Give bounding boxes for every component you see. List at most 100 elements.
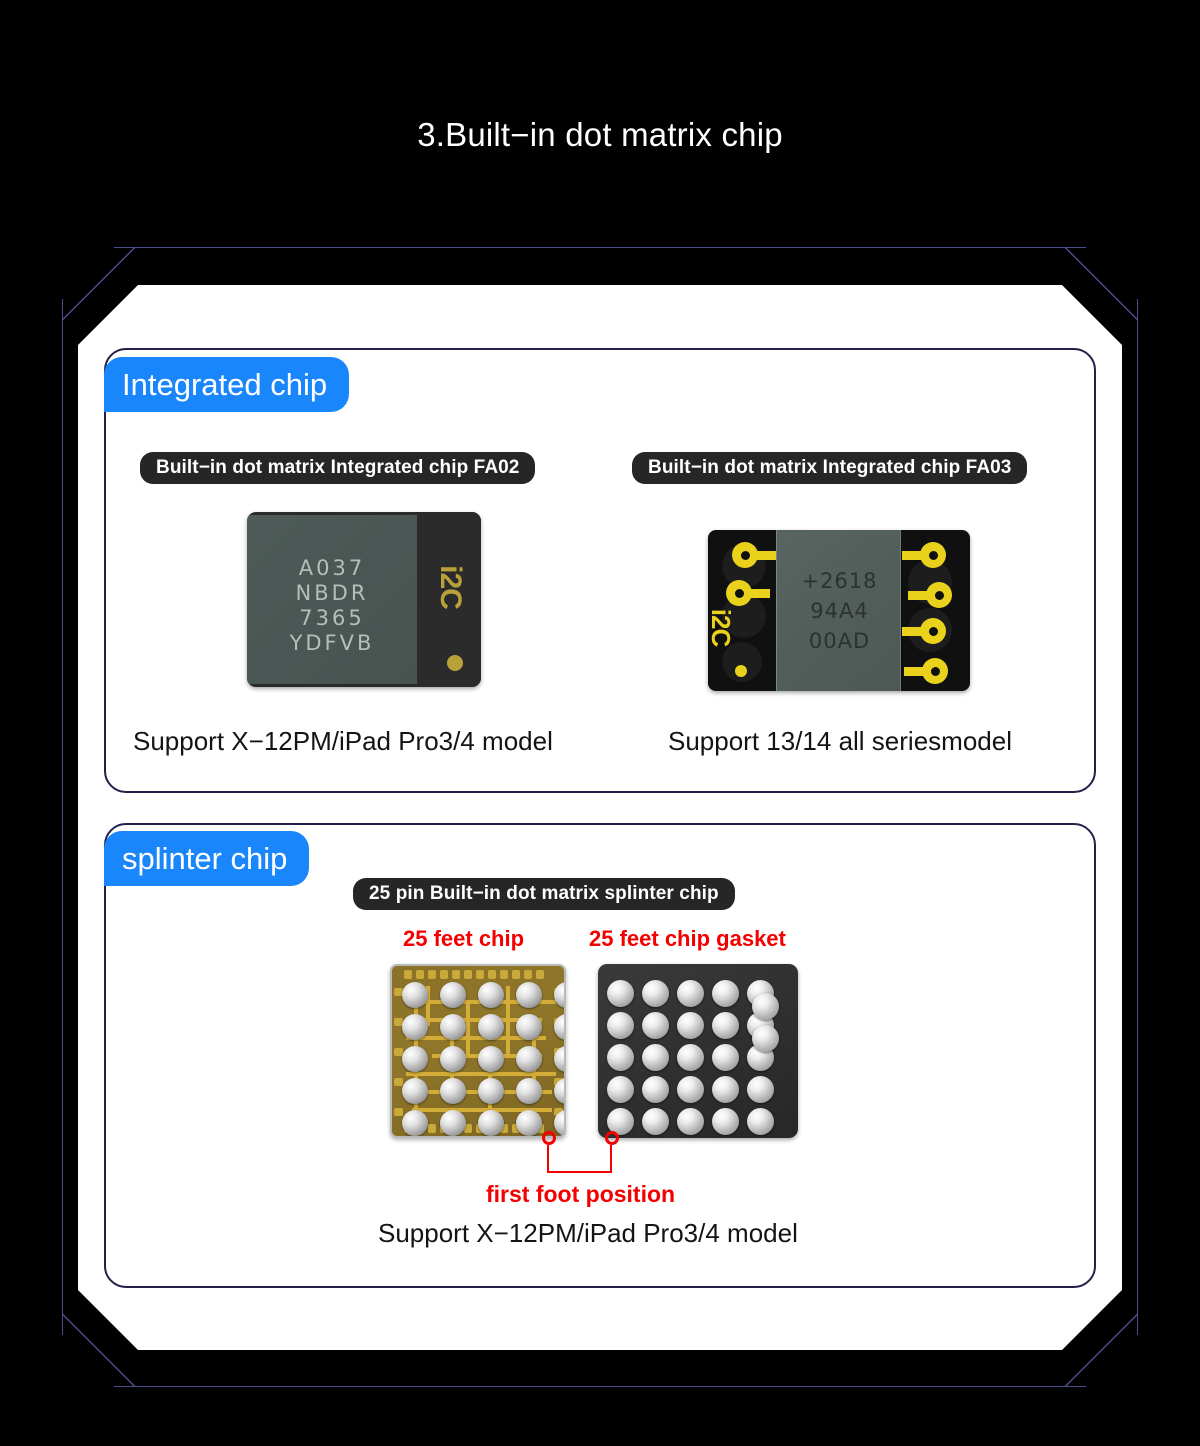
image-25-feet-chip-gasket	[598, 964, 798, 1138]
solder-ball	[478, 1046, 504, 1072]
solder-ball	[677, 980, 704, 1007]
pcb-edge-pad	[428, 970, 436, 979]
gold-pad-icon	[904, 658, 948, 684]
section-badge-integrated-chip: Integrated chip	[104, 357, 350, 412]
fa03-line-3: 00AD	[808, 629, 871, 653]
solder-ball	[402, 982, 428, 1008]
solder-ball	[677, 1108, 704, 1135]
solder-ball	[642, 980, 669, 1007]
solder-ball	[677, 1012, 704, 1039]
fa02-line-2: NBDR	[295, 581, 369, 605]
solder-ball	[607, 980, 634, 1007]
solder-ball	[516, 1110, 542, 1136]
caption-splinter-support: Support X−12PM/iPad Pro3/4 model	[378, 1218, 798, 1248]
solder-ball	[440, 1046, 466, 1072]
pcb-edge-pad	[428, 1124, 436, 1133]
pcb-edge-pad	[416, 970, 424, 979]
pcb-edge-pad	[524, 970, 532, 979]
chip-fa03-die: +2618 94A4 00AD	[776, 530, 901, 691]
solder-ball	[712, 1076, 739, 1103]
section-badge-splinter-chip: splinter chip	[104, 831, 310, 886]
solder-ball	[402, 1014, 428, 1040]
annotation-leader-bridge	[547, 1171, 612, 1173]
solder-ball	[747, 1108, 774, 1135]
pcb-trace	[506, 986, 510, 1056]
pill-label-25pin: 25 pin Built−in dot matrix splinter chip	[353, 878, 735, 910]
solder-ball	[607, 1076, 634, 1103]
solder-ball-extra	[752, 993, 779, 1020]
caption-fa02-support: Support X−12PM/iPad Pro3/4 model	[133, 726, 553, 756]
pcb-edge-pad	[536, 970, 544, 979]
solder-ball	[402, 1110, 428, 1136]
annotation-leader-left	[547, 1145, 549, 1173]
infographic-root: 3.Built−in dot matrix chip Integrated ch…	[0, 0, 1200, 1446]
fa02-line-3: 7365	[299, 606, 365, 630]
gold-pad-icon	[726, 580, 770, 606]
solder-ball	[478, 1014, 504, 1040]
solder-ball	[440, 1110, 466, 1136]
pcb-edge-pad	[440, 970, 448, 979]
pcb-edge-pad	[394, 1108, 403, 1116]
pill-label-fa03: Built−in dot matrix Integrated chip FA03	[632, 452, 1028, 484]
solder-ball	[607, 1012, 634, 1039]
gold-dot-icon	[447, 655, 463, 671]
solder-ball	[747, 1076, 774, 1103]
solder-ball	[607, 1044, 634, 1071]
first-foot-marker-chip	[542, 1131, 556, 1145]
pcb-edge-pad	[464, 970, 472, 979]
annotation-first-foot-position: first foot position	[486, 1181, 676, 1207]
solder-ball	[712, 1012, 739, 1039]
solder-ball	[677, 1076, 704, 1103]
pcb-edge-pad	[488, 970, 496, 979]
solder-ball	[677, 1044, 704, 1071]
chip-fa02-brand-strip: i2C	[417, 512, 481, 687]
fa03-line-1: +2618	[801, 569, 878, 593]
pill-label-fa02: Built−in dot matrix Integrated chip FA02	[140, 452, 536, 484]
pcb-edge-pad	[500, 970, 508, 979]
label-25-feet-chip: 25 feet chip	[403, 926, 525, 951]
solder-ball	[440, 1078, 466, 1104]
solder-ball	[712, 1044, 739, 1071]
fa03-line-2: 94A4	[810, 599, 869, 623]
solder-ball	[402, 1046, 428, 1072]
first-foot-marker-gasket	[605, 1131, 619, 1145]
chip-fa03-die-marking: +2618 94A4 00AD	[777, 566, 902, 656]
outer-frame-bottom-edge	[114, 1386, 1086, 1387]
solder-ball	[516, 1014, 542, 1040]
chip-fa02-die-marking: A037 NBDR 7365 YDFVB	[247, 556, 417, 656]
solder-ball	[642, 1108, 669, 1135]
i2c-logo-icon: i2C	[708, 608, 737, 647]
pcb-edge-pad	[394, 1078, 403, 1086]
gold-dot-icon	[735, 665, 747, 677]
i2c-logo-icon: i2C	[433, 565, 467, 609]
solder-ball-extra	[752, 1025, 779, 1052]
solder-ball	[642, 1076, 669, 1103]
solder-ball	[642, 1044, 669, 1071]
image-25-feet-chip	[390, 964, 566, 1138]
solder-ball	[554, 982, 564, 1008]
solder-ball	[478, 1110, 504, 1136]
pcb-edge-pad	[404, 970, 412, 979]
solder-ball	[516, 982, 542, 1008]
solder-ball	[478, 982, 504, 1008]
caption-fa03-support: Support 13/14 all seriesmodel	[668, 726, 1012, 756]
solder-ball	[402, 1078, 428, 1104]
gold-pad-icon	[732, 542, 776, 568]
annotation-leader-right	[610, 1145, 612, 1173]
fa02-line-4: YDFVB	[289, 631, 375, 655]
fa02-line-1: A037	[298, 556, 366, 580]
gold-pad-icon	[902, 618, 946, 644]
pcb-edge-pad	[512, 970, 520, 979]
solder-ball	[478, 1078, 504, 1104]
solder-ball	[516, 1078, 542, 1104]
pcb-edge-pad	[476, 970, 484, 979]
solder-ball	[712, 1108, 739, 1135]
page-title: 3.Built−in dot matrix chip	[417, 116, 783, 153]
pcb-edge-pad	[452, 970, 460, 979]
solder-ball	[440, 982, 466, 1008]
chip-image-fa02: A037 NBDR 7365 YDFVB i2C	[247, 512, 481, 687]
solder-ball	[642, 1012, 669, 1039]
solder-ball	[712, 980, 739, 1007]
gold-pad-icon	[902, 542, 946, 568]
outer-frame-top-edge	[114, 247, 1086, 248]
